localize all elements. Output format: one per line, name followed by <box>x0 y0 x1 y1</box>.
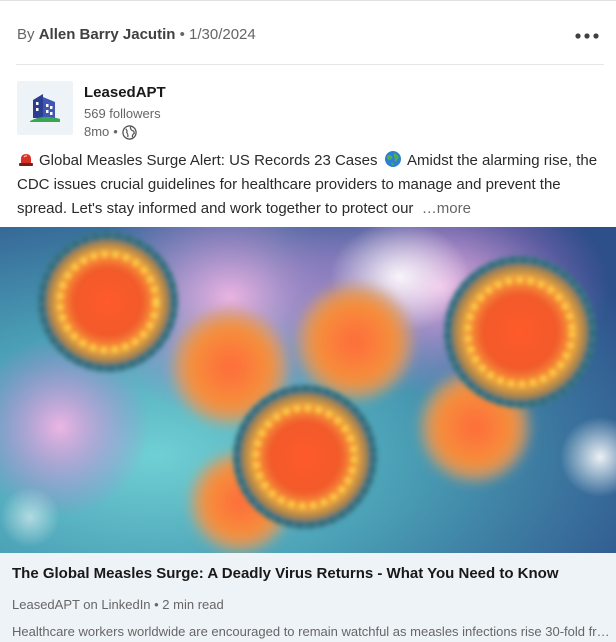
globe-icon <box>122 124 137 140</box>
author-link[interactable]: Allen Barry Jacutin <box>39 26 176 43</box>
virus-illustration <box>0 227 616 553</box>
post-meta: 8mo • <box>84 123 166 141</box>
byline-separator: • <box>179 26 185 43</box>
post-age: 8mo <box>84 124 110 139</box>
article-image[interactable] <box>0 227 616 553</box>
follower-count: 569 followers <box>84 106 161 121</box>
more-options-button[interactable] <box>574 21 600 45</box>
article-preview[interactable]: The Global Measles Surge: A Deadly Virus… <box>0 553 616 642</box>
post-date: 1/30/2024 <box>189 26 256 43</box>
divider <box>16 64 604 65</box>
post-text-headline: Global Measles Surge Alert: US Records 2… <box>39 152 378 169</box>
building-logo-icon <box>30 94 60 122</box>
byline-prefix: By <box>17 26 35 43</box>
more-horizontal-icon <box>575 33 599 39</box>
company-info: LeasedAPT 569 followers 8mo • <box>84 84 166 141</box>
earth-emoji-icon <box>384 151 401 167</box>
post-text: Global Measles Surge Alert: US Records 2… <box>17 149 602 221</box>
company-name[interactable]: LeasedAPT <box>84 84 166 102</box>
meta-dot: • <box>113 124 118 139</box>
article-source: LeasedAPT on LinkedIn • 2 min read <box>12 597 224 612</box>
article-title[interactable]: The Global Measles Surge: A Deadly Virus… <box>12 565 558 582</box>
company-logo[interactable] <box>17 81 73 135</box>
siren-emoji-icon <box>19 154 33 166</box>
article-description: Healthcare workers worldwide are encoura… <box>12 624 610 639</box>
see-more-link[interactable]: …more <box>422 200 471 217</box>
post-card: By Allen Barry Jacutin • 1/30/2024 Lease… <box>0 0 616 642</box>
byline: By Allen Barry Jacutin • 1/30/2024 <box>17 26 256 43</box>
